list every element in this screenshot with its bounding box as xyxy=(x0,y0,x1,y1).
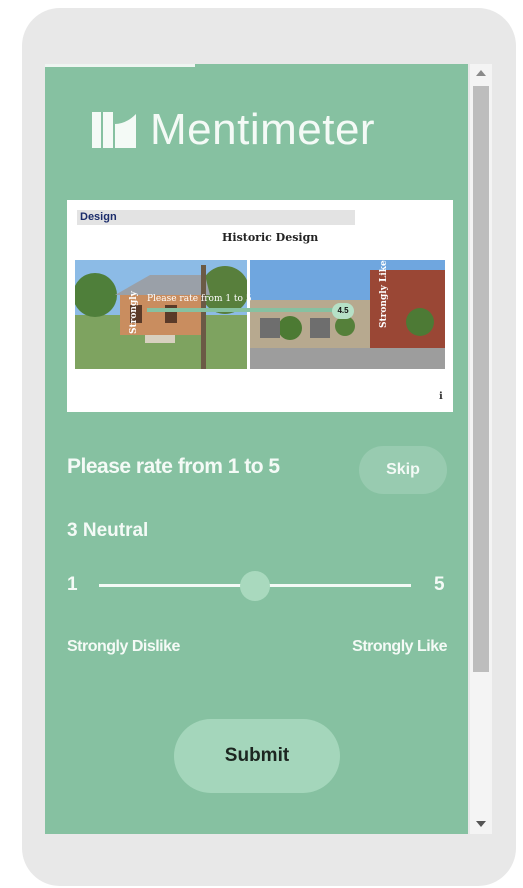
question-text: Please rate from 1 to 5 xyxy=(67,455,280,478)
scrollbar-thumb[interactable] xyxy=(473,86,489,672)
slide-header-bar xyxy=(77,210,355,225)
current-rating-label: 3 Neutral xyxy=(67,520,149,541)
slide-result-track xyxy=(147,308,347,312)
slide-title: Historic Design xyxy=(222,231,319,244)
skip-button[interactable]: Skip xyxy=(359,446,447,494)
rating-slider-handle[interactable] xyxy=(240,571,270,601)
scroll-up-arrow-icon[interactable] xyxy=(476,70,486,76)
info-icon: ℹ xyxy=(439,391,443,402)
submit-button[interactable]: Submit xyxy=(174,719,340,793)
strongly-like-label: Strongly Like xyxy=(352,638,447,655)
brand-name: Mentimeter xyxy=(150,105,376,154)
house-photo xyxy=(75,260,247,369)
brand-logo: Mentimeter xyxy=(92,108,375,152)
slide-left-vertical-label: Strongly xyxy=(129,291,139,334)
slider-max-label: 5 xyxy=(434,574,445,595)
slide-right-vertical-label: Strongly Like xyxy=(379,260,389,328)
slider-min-label: 1 xyxy=(67,574,78,595)
slide-overlay-question: Please rate from 1 to 5 xyxy=(147,294,252,304)
strongly-dislike-label: Strongly Dislike xyxy=(67,638,180,655)
slide-tag: Design xyxy=(80,211,117,223)
slide-result-value: 4.5 xyxy=(332,303,354,319)
progress-line xyxy=(45,64,195,67)
mentimeter-logo-icon xyxy=(92,112,136,148)
slide-preview: Design Historic Design Strongly Strongly… xyxy=(67,200,453,412)
scroll-down-arrow-icon[interactable] xyxy=(476,821,486,827)
